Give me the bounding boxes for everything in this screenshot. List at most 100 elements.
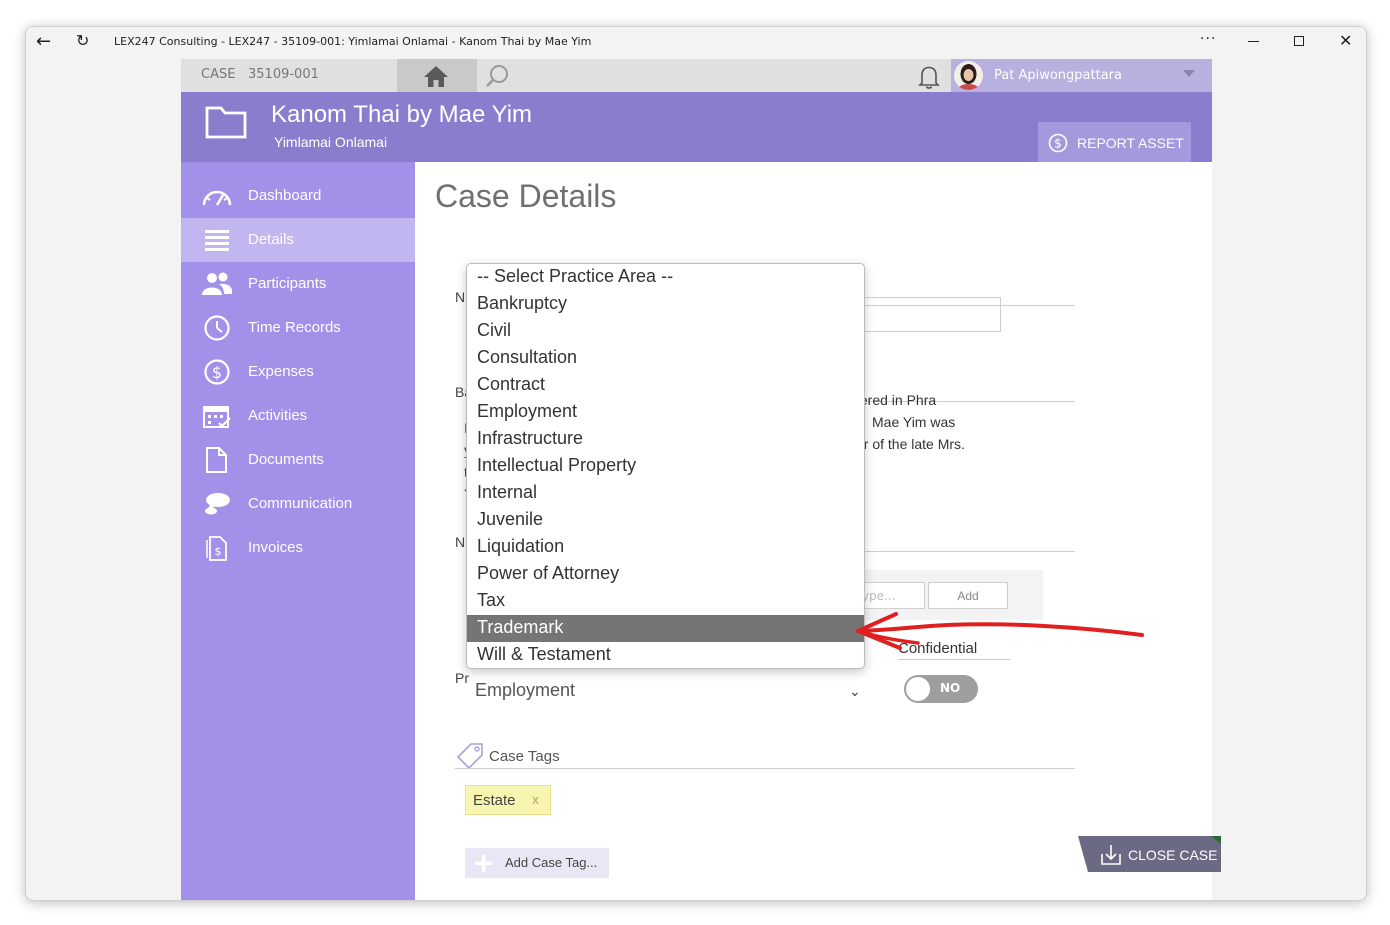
dropdown-option[interactable]: Infrastructure — [467, 426, 864, 453]
svg-text:$: $ — [1054, 137, 1062, 151]
sidebar-item-label: Participants — [248, 275, 327, 292]
home-button[interactable] — [397, 59, 477, 92]
maximize-icon[interactable] — [1294, 36, 1304, 46]
background-text[interactable]: tered in Phra Mae Yim was er of the late… — [856, 389, 1056, 455]
dropdown-option[interactable]: Consultation — [467, 345, 864, 372]
add-note-button[interactable]: Add — [928, 582, 1008, 609]
dropdown-option[interactable]: Tax — [467, 588, 864, 615]
window-title: LEX247 Consulting - LEX247 - 35109-001: … — [114, 35, 592, 48]
report-asset-label: REPORT ASSET — [1077, 135, 1184, 151]
sidebar-item-label: Dashboard — [248, 187, 322, 204]
home-icon — [424, 66, 448, 87]
close-case-label: CLOSE CASE — [1128, 847, 1218, 863]
user-name: Pat Apiwongpattara — [994, 68, 1122, 83]
dropdown-option[interactable]: Juvenile — [467, 507, 864, 534]
minimize-icon[interactable] — [1248, 41, 1259, 42]
sidebar-item-invoices[interactable]: $ Invoices — [181, 526, 415, 570]
plus-icon: + — [472, 846, 496, 879]
search-icon[interactable] — [484, 64, 510, 88]
sidebar-item-label: Details — [248, 231, 294, 248]
toggle-label: NO — [940, 681, 961, 695]
svg-text:$: $ — [212, 363, 222, 382]
title-bar: ← ↻ LEX247 Consulting - LEX247 - 35109-0… — [26, 27, 1366, 57]
dropdown-option[interactable]: Will & Testament — [467, 642, 864, 668]
document-icon — [206, 447, 227, 473]
close-case-button[interactable]: CLOSE CASE — [1078, 836, 1224, 872]
notes-label: N — [455, 534, 466, 550]
dropdown-option[interactable]: Employment — [467, 399, 864, 426]
sidebar-item-dashboard[interactable]: Dashboard — [181, 174, 415, 218]
note-type-input[interactable]: ype... — [859, 582, 925, 609]
sidebar-item-activities[interactable]: Activities — [181, 394, 415, 438]
sidebar-item-communication[interactable]: Communication — [181, 482, 415, 526]
case-header: Kanom Thai by Mae Yim Yimlamai Onlamai $… — [181, 92, 1212, 162]
avatar — [954, 61, 983, 90]
svg-text:$: $ — [215, 545, 222, 558]
remove-tag-icon[interactable]: x — [532, 793, 539, 807]
sidebar-item-time-records[interactable]: Time Records — [181, 306, 415, 350]
sidebar-item-details[interactable]: Details — [181, 218, 415, 262]
sidebar-item-label: Expenses — [248, 363, 314, 380]
sidebar-item-label: Communication — [248, 495, 353, 512]
case-client: Yimlamai Onlamai — [274, 134, 388, 150]
sidebar-item-participants[interactable]: Participants — [181, 262, 415, 306]
annotation-arrow — [856, 612, 1144, 650]
sidebar-item-label: Activities — [248, 407, 308, 424]
dashboard-icon — [202, 190, 232, 206]
dropdown-option[interactable]: -- Select Practice Area -- — [467, 264, 864, 291]
dropdown-option[interactable]: Civil — [467, 318, 864, 345]
invoice-icon: $ — [206, 536, 227, 561]
clock-icon — [204, 315, 230, 341]
toggle-knob — [906, 677, 930, 701]
report-asset-button[interactable]: $ REPORT ASSET — [1038, 122, 1191, 162]
dollar-icon: $ — [204, 359, 230, 385]
list-icon — [205, 230, 229, 251]
dropdown-option[interactable]: Power of Attorney — [467, 561, 864, 588]
dropdown-option[interactable]: Contract — [467, 372, 864, 399]
case-title: Kanom Thai by Mae Yim — [271, 101, 533, 128]
dollar-circle-icon: $ — [1048, 133, 1068, 153]
add-case-tag-button[interactable]: + Add Case Tag... — [465, 848, 609, 878]
top-bar: CASE 35109-001 Pat Apiwongpattara — [181, 59, 1212, 92]
chevron-down-icon[interactable] — [1183, 70, 1195, 77]
practice-area-select[interactable]: Employment — [475, 680, 575, 701]
case-label: CASE — [201, 67, 236, 82]
dropdown-option[interactable]: Intellectual Property — [467, 453, 864, 480]
case-number: 35109-001 — [248, 67, 319, 82]
download-tray-icon — [1101, 845, 1121, 865]
chevron-down-icon[interactable]: ⌄ — [849, 684, 861, 700]
sidebar-item-expenses[interactable]: $ Expenses — [181, 350, 415, 394]
tag-chip: Estate x — [465, 785, 551, 815]
confidential-toggle[interactable]: NO — [904, 675, 978, 703]
divider — [855, 551, 1075, 552]
dropdown-option[interactable]: Internal — [467, 480, 864, 507]
case-tags-label: Case Tags — [489, 748, 560, 765]
divider — [455, 768, 1075, 769]
folder-icon — [205, 106, 247, 139]
back-icon[interactable]: ← — [36, 31, 51, 52]
chat-icon — [205, 493, 230, 515]
divider — [898, 659, 1010, 660]
practice-area-label: Pr — [455, 670, 469, 686]
sidebar-item-label: Time Records — [248, 319, 341, 336]
page-title: Case Details — [435, 178, 617, 214]
people-icon — [202, 272, 233, 295]
user-menu[interactable]: Pat Apiwongpattara — [951, 59, 1212, 92]
calendar-icon — [203, 406, 231, 428]
sidebar-item-label: Invoices — [248, 539, 304, 556]
add-case-tag-label: Add Case Tag... — [505, 855, 598, 870]
more-icon[interactable]: ··· — [1200, 31, 1216, 47]
refresh-icon[interactable]: ↻ — [76, 31, 89, 50]
sidebar-item-documents[interactable]: Documents — [181, 438, 415, 482]
bell-icon[interactable] — [916, 64, 942, 90]
sidebar-item-label: Documents — [248, 451, 324, 468]
dropdown-option[interactable]: Bankruptcy — [467, 291, 864, 318]
tag-label: Estate — [473, 792, 516, 809]
tag-icon — [456, 743, 483, 770]
dropdown-option[interactable]: Liquidation — [467, 534, 864, 561]
name-label: N — [455, 289, 466, 305]
close-window-icon[interactable]: ✕ — [1339, 31, 1352, 50]
case-name-input[interactable] — [855, 297, 1001, 332]
sidebar: Dashboard Details Participants Time Reco… — [181, 162, 415, 900]
dropdown-option-highlighted[interactable]: Trademark — [467, 615, 864, 642]
